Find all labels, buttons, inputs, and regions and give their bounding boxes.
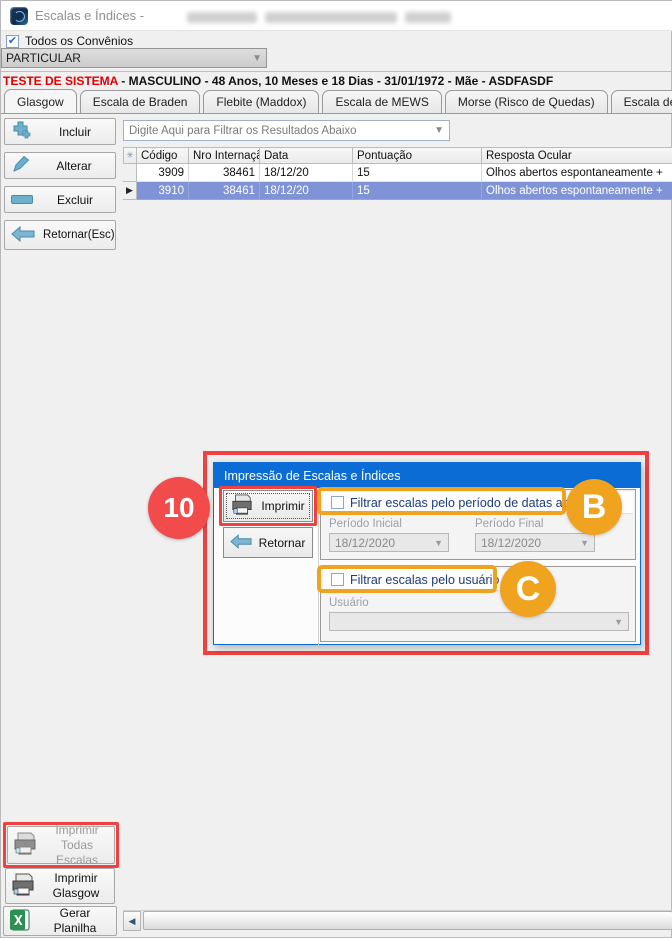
scrollbar-thumb[interactable] — [143, 911, 672, 930]
chevron-down-icon: ▼ — [434, 538, 443, 548]
cell-data: 18/12/20 — [260, 182, 353, 200]
app-icon — [10, 7, 28, 25]
redacted-title-text — [405, 12, 451, 23]
retornar-label: Retornar — [258, 536, 306, 550]
redacted-title-text — [187, 12, 257, 23]
tab-escala-de-braden[interactable]: Escala de Braden — [80, 90, 201, 113]
patient-info-text: - MASCULINO - 48 Anos, 10 Meses e 18 Dia… — [118, 74, 553, 88]
cell-data: 18/12/20 — [260, 164, 353, 182]
usuario-label: Usuário — [329, 597, 369, 609]
column-header-resposta-ocular[interactable]: Resposta Ocular — [482, 147, 672, 164]
system-test-label: TESTE DE SISTEMA — [3, 74, 118, 88]
delete-bar-icon — [11, 195, 33, 204]
tab-morse-risco-de-quedas[interactable]: Morse (Risco de Quedas) — [445, 90, 608, 113]
grid-header-row: ✳ Código Nro Internação Data Pontuação R… — [123, 147, 672, 164]
row-selector-header-icon: ✳ — [123, 147, 137, 164]
cell-pontuacao: 15 — [353, 164, 482, 182]
periodo-inicial-label: Período Inicial — [329, 518, 402, 530]
column-header-data[interactable]: Data — [260, 147, 353, 164]
periodo-final-value: 18/12/2020 — [481, 536, 541, 550]
tab-escala-de-ramsay[interactable]: Escala de Ramsay — [611, 90, 672, 113]
tab-flebite-maddox[interactable]: Flebite (Maddox) — [203, 90, 319, 113]
excluir-label: Excluir — [41, 193, 109, 207]
scale-tabstrip: Glasgow Escala de Braden Flebite (Maddox… — [1, 89, 672, 114]
annotation-badge-c: C — [500, 561, 556, 617]
back-arrow-icon — [11, 226, 35, 245]
printer-icon — [230, 494, 254, 519]
row-selector-cell — [123, 164, 137, 182]
cell-nro-internacao: 38461 — [189, 182, 260, 200]
horizontal-scrollbar[interactable]: ◀ — [123, 910, 672, 930]
annotation-orange-box-c — [317, 565, 497, 593]
incluir-button[interactable]: Incluir — [4, 118, 116, 145]
cell-resposta-ocular: Olhos abertos espontaneamente + — [482, 182, 672, 200]
annotation-badge-b: B — [566, 479, 622, 535]
edit-pencil-icon — [11, 154, 31, 177]
table-row[interactable]: 3909 38461 18/12/20 15 Olhos abertos esp… — [123, 164, 672, 182]
convenio-dropdown[interactable]: PARTICULAR ▼ — [1, 48, 267, 68]
periodo-final-label: Período Final — [475, 518, 543, 530]
cell-codigo: 3910 — [137, 182, 189, 200]
checkbox-checked-icon[interactable]: ✔ — [6, 35, 19, 48]
imprimir-button[interactable]: Imprimir — [223, 490, 313, 522]
imprimir-todas-label: Imprimir Todas Escalas — [44, 823, 110, 868]
printer-icon — [10, 873, 36, 900]
imprimir-todas-escalas-button[interactable]: Imprimir Todas Escalas — [7, 826, 115, 864]
chevron-down-icon: ▼ — [252, 53, 262, 64]
grid-filter-placeholder: Digite Aqui para Filtrar os Resultados A… — [129, 125, 357, 137]
excel-icon — [8, 908, 32, 935]
gerar-planilha-label: Gerar Planilha — [38, 906, 112, 936]
add-icon — [11, 120, 33, 143]
chevron-down-icon: ▼ — [614, 617, 623, 627]
chevron-down-icon: ▼ — [434, 125, 444, 136]
row-selector-arrow-icon: ▶ — [123, 182, 137, 200]
divider — [1, 71, 672, 72]
printer-gray-icon — [12, 832, 38, 859]
cell-resposta-ocular: Olhos abertos espontaneamente + — [482, 164, 672, 182]
usuario-dropdown[interactable]: ▼ — [329, 612, 629, 631]
tab-escala-de-mews[interactable]: Escala de MEWS — [322, 90, 441, 113]
alterar-button[interactable]: Alterar — [4, 152, 116, 179]
tab-glasgow[interactable]: Glasgow — [4, 89, 77, 114]
scroll-left-arrow-icon[interactable]: ◀ — [123, 911, 141, 931]
convenio-value: PARTICULAR — [6, 51, 81, 65]
periodo-inicial-datepicker[interactable]: 18/12/2020 ▼ — [329, 533, 449, 552]
annotation-orange-box-b — [317, 487, 566, 515]
cell-nro-internacao: 38461 — [189, 164, 260, 182]
window-titlebar: Escalas e Índices - — [1, 1, 672, 31]
todos-convenios-label: Todos os Convênios — [25, 34, 133, 48]
back-arrow-icon — [230, 534, 252, 552]
window-title: Escalas e Índices - — [35, 8, 144, 23]
imprimir-glasgow-label: Imprimir Glasgow — [42, 871, 110, 901]
periodo-final-datepicker[interactable]: 18/12/2020 ▼ — [475, 533, 595, 552]
table-row-selected[interactable]: ▶ 3910 38461 18/12/20 15 Olhos abertos e… — [123, 182, 672, 200]
chevron-down-icon: ▼ — [580, 538, 589, 548]
patient-info-bar: TESTE DE SISTEMA - MASCULINO - 48 Anos, … — [3, 74, 553, 88]
periodo-inicial-value: 18/12/2020 — [335, 536, 395, 550]
imprimir-label: Imprimir — [260, 499, 306, 513]
gerar-planilha-button[interactable]: Gerar Planilha — [3, 906, 117, 936]
retornar-esc-label: Retornar(Esc) — [43, 229, 115, 241]
redacted-title-text — [265, 12, 397, 23]
column-header-codigo[interactable]: Código — [137, 147, 189, 164]
alterar-label: Alterar — [39, 159, 109, 173]
dialog-retornar-button[interactable]: Retornar — [223, 527, 313, 558]
excluir-button[interactable]: Excluir — [4, 186, 116, 213]
incluir-label: Incluir — [41, 125, 109, 139]
annotation-step-number: 10 — [148, 477, 210, 539]
grid-filter-input[interactable]: Digite Aqui para Filtrar os Resultados A… — [123, 120, 450, 141]
cell-codigo: 3909 — [137, 164, 189, 182]
column-header-nro-internacao[interactable]: Nro Internação — [189, 147, 260, 164]
todos-convenios-checkbox[interactable]: ✔ Todos os Convênios — [6, 34, 133, 48]
cell-pontuacao: 15 — [353, 182, 482, 200]
retornar-esc-button[interactable]: Retornar(Esc) — [4, 220, 116, 250]
imprimir-glasgow-button[interactable]: Imprimir Glasgow — [5, 868, 115, 904]
column-header-pontuacao[interactable]: Pontuação — [353, 147, 482, 164]
